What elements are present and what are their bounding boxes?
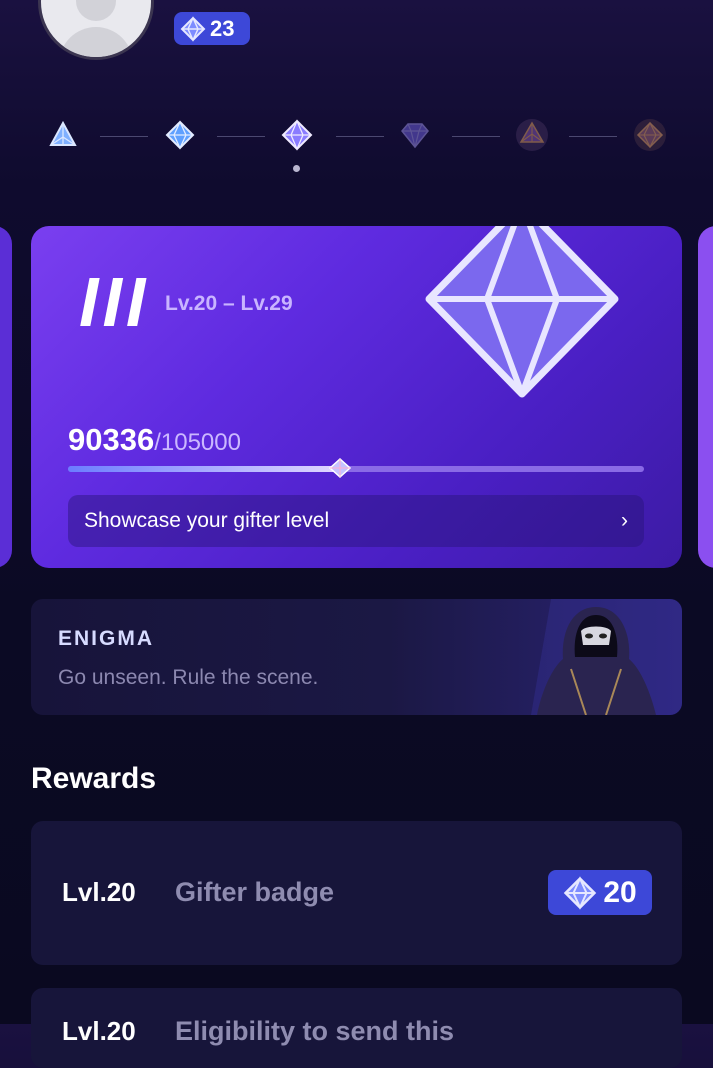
reward-item[interactable]: Lvl.20 Eligibility to send this (31, 988, 682, 1068)
diamond-count-badge: 23 (174, 12, 250, 45)
tier-4-icon[interactable] (398, 118, 432, 152)
tier-2-icon[interactable] (163, 118, 197, 152)
track-connector (336, 136, 384, 137)
track-connector (100, 136, 148, 137)
current-points: 90336 (68, 422, 155, 457)
next-tier-card[interactable] (698, 226, 713, 568)
track-connector (452, 136, 500, 137)
showcase-label: Showcase your gifter level (84, 509, 330, 532)
track-connector (217, 136, 265, 137)
avatar[interactable] (38, 0, 154, 60)
reward-name: Eligibility to send this (175, 1016, 455, 1046)
track-connector (569, 136, 617, 137)
reward-name: Gifter badge (175, 877, 335, 907)
chevron-right-icon: › (621, 509, 628, 532)
showcase-gifter-level-button[interactable]: Showcase your gifter level › (68, 495, 644, 547)
reward-level: Lvl.20 (62, 877, 136, 907)
level-progress-fill (68, 466, 341, 472)
previous-tier-card[interactable] (0, 226, 12, 568)
total-points: /105000 (154, 429, 241, 456)
diamond-icon (564, 875, 597, 910)
hooded-figure-illustration (531, 599, 682, 715)
reward-badge-value: 20 (603, 875, 637, 909)
gifter-level-card[interactable]: III Lv.20 – Lv.29 90336/105000 Showcase … (31, 226, 682, 568)
points-progress: 90336/105000 (68, 422, 241, 458)
tier-6-icon[interactable] (633, 118, 667, 152)
tier-3-icon[interactable] (280, 118, 314, 152)
tier-numeral: III (79, 263, 150, 341)
tier-diamond-icon (425, 226, 619, 398)
rewards-heading: Rewards (31, 762, 157, 795)
avatar-body-shape (59, 27, 133, 57)
level-tier-track (0, 112, 713, 172)
enigma-title: ENIGMA (58, 627, 154, 650)
tier-5-icon[interactable] (515, 118, 549, 152)
enigma-subtitle: Go unseen. Rule the scene. (58, 666, 319, 689)
reward-badge-pill: 20 (548, 870, 652, 915)
current-tier-indicator (293, 165, 300, 172)
diamond-icon (180, 15, 206, 42)
tier-1-icon[interactable] (46, 118, 80, 152)
diamond-count: 23 (210, 15, 235, 41)
reward-item[interactable]: Lvl.20 Gifter badge 20 (31, 821, 682, 965)
progress-marker-icon (329, 457, 352, 479)
avatar-head-shape (76, 0, 116, 21)
level-range: Lv.20 – Lv.29 (165, 292, 293, 315)
level-progress-bar (68, 457, 644, 479)
reward-level: Lvl.20 (62, 1016, 136, 1046)
enigma-banner[interactable]: ENIGMA Go unseen. Rule the scene. (31, 599, 682, 715)
